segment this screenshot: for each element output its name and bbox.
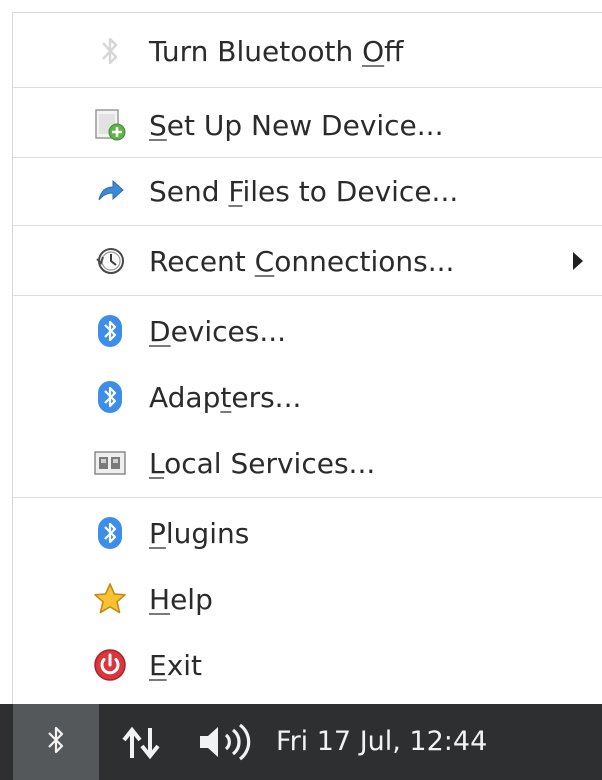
- menu-item-send-files[interactable]: Send Files to Device...: [13, 159, 602, 223]
- menu-item-recent-connections[interactable]: Recent Connections...: [13, 229, 602, 293]
- bluetooth-icon: [45, 722, 67, 762]
- bluetooth-icon: [93, 314, 127, 348]
- taskbar: Fri 17 Jul, 12:44: [0, 704, 602, 780]
- new-device-icon: [93, 108, 127, 142]
- menu-separator: [13, 225, 602, 226]
- menu-item-turn-bluetooth-off[interactable]: Turn Bluetooth Off: [13, 19, 602, 83]
- menu-separator: [13, 157, 602, 158]
- bluetooth-context-menu: Turn Bluetooth Off Set Up New Device... …: [12, 12, 602, 705]
- menu-item-set-up-new-device[interactable]: Set Up New Device...: [13, 93, 602, 157]
- bluetooth-disabled-icon: [93, 34, 127, 68]
- menu-separator: [13, 87, 602, 88]
- menu-item-plugins[interactable]: Plugins: [13, 501, 602, 565]
- clock[interactable]: Fri 17 Jul, 12:44: [276, 704, 487, 780]
- local-services-icon: [93, 446, 127, 480]
- menu-item-label: Devices...: [149, 314, 287, 348]
- menu-separator: [13, 295, 602, 296]
- menu-item-label: Send Files to Device...: [149, 174, 459, 208]
- menu-separator: [13, 497, 602, 498]
- menu-item-label: Turn Bluetooth Off: [149, 34, 404, 68]
- volume-icon[interactable]: [196, 722, 258, 762]
- menu-item-label: Recent Connections...: [149, 244, 455, 278]
- bluetooth-icon: [93, 380, 127, 414]
- menu-item-label: Help: [149, 582, 213, 616]
- menu-item-label: Adapters...: [149, 380, 302, 414]
- menu-item-exit[interactable]: Exit: [13, 633, 602, 697]
- network-icon[interactable]: [120, 724, 164, 760]
- tray-bluetooth-button[interactable]: [13, 704, 99, 780]
- recent-clock-icon: [93, 244, 127, 278]
- menu-item-devices[interactable]: Devices...: [13, 299, 602, 363]
- menu-item-label: Exit: [149, 648, 203, 682]
- menu-item-label: Set Up New Device...: [149, 108, 444, 142]
- bluetooth-icon: [93, 516, 127, 550]
- power-icon: [93, 648, 127, 682]
- menu-item-help[interactable]: Help: [13, 567, 602, 631]
- send-arrow-icon: [93, 174, 127, 208]
- menu-item-label: Plugins: [149, 516, 250, 550]
- menu-item-local-services[interactable]: Local Services...: [13, 431, 602, 495]
- menu-item-label: Local Services...: [149, 446, 376, 480]
- menu-item-adapters[interactable]: Adapters...: [13, 365, 602, 429]
- star-icon: [93, 582, 127, 616]
- submenu-arrow-icon: [573, 252, 583, 270]
